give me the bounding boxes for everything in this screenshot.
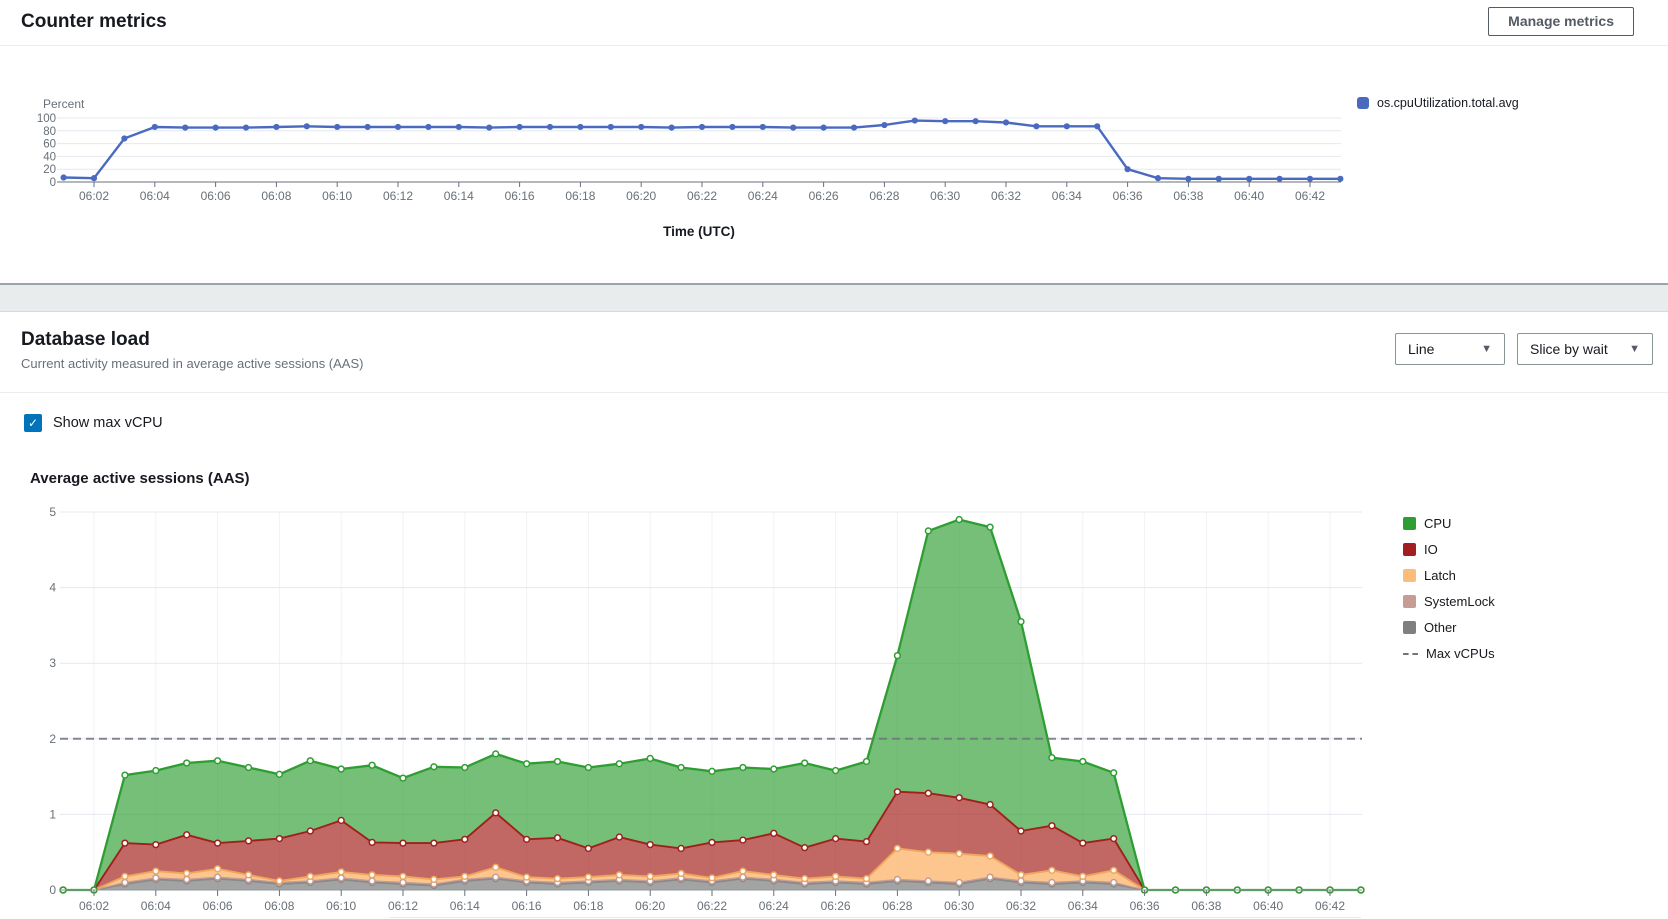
svg-text:100: 100 bbox=[37, 113, 56, 125]
slice-by-select[interactable]: Slice by wait ▼ bbox=[1517, 333, 1653, 365]
legend-label: CPU bbox=[1424, 516, 1451, 531]
svg-text:06:30: 06:30 bbox=[944, 899, 974, 913]
legend-label: Latch bbox=[1424, 568, 1456, 583]
performance-insights-page: 020406080100Percent06:0206:0406:0606:080… bbox=[0, 0, 1668, 919]
svg-text:06:32: 06:32 bbox=[991, 189, 1021, 203]
svg-text:06:24: 06:24 bbox=[748, 189, 778, 203]
svg-text:06:06: 06:06 bbox=[201, 189, 231, 203]
legend-swatch-icon bbox=[1403, 569, 1416, 582]
svg-text:06:20: 06:20 bbox=[626, 189, 656, 203]
svg-text:06:36: 06:36 bbox=[1113, 189, 1143, 203]
legend-swatch-icon bbox=[1403, 621, 1416, 634]
slice-by-value: Slice by wait bbox=[1530, 341, 1608, 357]
show-max-vcpu-checkbox[interactable]: ✓ bbox=[24, 414, 42, 432]
legend-label: IO bbox=[1424, 542, 1438, 557]
counter-chart-legend: os.cpuUtilization.total.avg bbox=[1357, 96, 1519, 121]
svg-text:06:14: 06:14 bbox=[450, 899, 480, 913]
svg-text:60: 60 bbox=[43, 139, 56, 151]
svg-text:06:22: 06:22 bbox=[687, 189, 717, 203]
svg-text:06:34: 06:34 bbox=[1068, 899, 1098, 913]
svg-text:06:26: 06:26 bbox=[821, 899, 851, 913]
svg-text:80: 80 bbox=[43, 126, 56, 138]
svg-text:06:16: 06:16 bbox=[512, 899, 542, 913]
svg-text:06:12: 06:12 bbox=[383, 189, 413, 203]
svg-text:06:28: 06:28 bbox=[869, 189, 899, 203]
svg-text:06:40: 06:40 bbox=[1253, 899, 1283, 913]
svg-text:40: 40 bbox=[43, 151, 56, 163]
svg-text:06:04: 06:04 bbox=[140, 189, 170, 203]
legend-item-os.cpuUtilization.total.avg: os.cpuUtilization.total.avg bbox=[1357, 96, 1519, 110]
counter-metrics-header: Counter metrics bbox=[0, 0, 1668, 46]
chart-type-select[interactable]: Line ▼ bbox=[1395, 333, 1505, 365]
svg-text:06:42: 06:42 bbox=[1295, 189, 1325, 203]
charts-canvas: 020406080100Percent06:0206:0406:0606:080… bbox=[0, 0, 1668, 919]
legend-item-io: IO bbox=[1403, 542, 1495, 557]
database-load-title: Database load bbox=[21, 329, 150, 351]
legend-label: Other bbox=[1424, 620, 1457, 635]
svg-text:20: 20 bbox=[43, 164, 56, 176]
show-max-vcpu-label: Show max vCPU bbox=[53, 415, 163, 431]
svg-text:06:10: 06:10 bbox=[326, 899, 356, 913]
legend-swatch-icon bbox=[1357, 97, 1369, 109]
load-chart-legend: CPU IO Latch SystemLock Other Max vCPUs bbox=[1403, 516, 1495, 672]
legend-label: SystemLock bbox=[1424, 594, 1495, 609]
legend-swatch-icon bbox=[1403, 595, 1416, 608]
svg-text:06:28: 06:28 bbox=[882, 899, 912, 913]
svg-text:06:18: 06:18 bbox=[573, 899, 603, 913]
manage-metrics-button[interactable]: Manage metrics bbox=[1488, 7, 1634, 36]
svg-text:0: 0 bbox=[49, 883, 56, 897]
svg-text:06:32: 06:32 bbox=[1006, 899, 1036, 913]
database-load-subtitle: Current activity measured in average act… bbox=[21, 356, 363, 371]
svg-text:06:06: 06:06 bbox=[203, 899, 233, 913]
legend-item-latch: Latch bbox=[1403, 568, 1495, 583]
section-separator bbox=[0, 283, 1668, 312]
legend-item-other: Other bbox=[1403, 620, 1495, 635]
svg-text:06:34: 06:34 bbox=[1052, 189, 1082, 203]
svg-text:06:36: 06:36 bbox=[1130, 899, 1160, 913]
svg-text:06:38: 06:38 bbox=[1191, 899, 1221, 913]
svg-text:5: 5 bbox=[49, 505, 56, 519]
legend-item-max-vcpus: Max vCPUs bbox=[1403, 646, 1495, 661]
svg-text:06:30: 06:30 bbox=[930, 189, 960, 203]
chart-type-value: Line bbox=[1408, 341, 1434, 357]
svg-text:06:10: 06:10 bbox=[322, 189, 352, 203]
legend-item-systemlock: SystemLock bbox=[1403, 594, 1495, 609]
svg-text:06:14: 06:14 bbox=[444, 189, 474, 203]
dashed-line-icon bbox=[1403, 653, 1418, 655]
svg-text:06:20: 06:20 bbox=[635, 899, 665, 913]
svg-text:06:24: 06:24 bbox=[759, 899, 789, 913]
legend-label: os.cpuUtilization.total.avg bbox=[1377, 96, 1519, 110]
legend-label: Max vCPUs bbox=[1426, 646, 1495, 661]
svg-text:06:02: 06:02 bbox=[79, 899, 109, 913]
svg-text:06:22: 06:22 bbox=[697, 899, 727, 913]
svg-text:06:08: 06:08 bbox=[261, 189, 291, 203]
svg-text:Time (UTC): Time (UTC) bbox=[663, 224, 735, 239]
legend-item-cpu: CPU bbox=[1403, 516, 1495, 531]
svg-text:3: 3 bbox=[49, 656, 56, 670]
chevron-down-icon: ▼ bbox=[1629, 343, 1640, 355]
svg-text:0: 0 bbox=[50, 177, 56, 189]
chevron-down-icon: ▼ bbox=[1481, 343, 1492, 355]
svg-text:1: 1 bbox=[49, 807, 56, 821]
svg-text:Percent: Percent bbox=[43, 97, 85, 111]
svg-text:06:18: 06:18 bbox=[565, 189, 595, 203]
svg-text:06:08: 06:08 bbox=[264, 899, 294, 913]
svg-text:06:42: 06:42 bbox=[1315, 899, 1345, 913]
svg-text:4: 4 bbox=[49, 581, 56, 595]
svg-text:06:40: 06:40 bbox=[1234, 189, 1264, 203]
page-title: Counter metrics bbox=[21, 11, 167, 33]
svg-text:06:26: 06:26 bbox=[809, 189, 839, 203]
svg-text:2: 2 bbox=[49, 732, 56, 746]
legend-swatch-icon bbox=[1403, 543, 1416, 556]
divider bbox=[0, 392, 1668, 393]
svg-text:06:16: 06:16 bbox=[505, 189, 535, 203]
svg-text:06:38: 06:38 bbox=[1173, 189, 1203, 203]
svg-text:06:04: 06:04 bbox=[141, 899, 171, 913]
svg-text:06:12: 06:12 bbox=[388, 899, 418, 913]
show-max-vcpu-row: ✓ Show max vCPU bbox=[24, 414, 163, 432]
aas-chart-title: Average active sessions (AAS) bbox=[30, 470, 250, 487]
svg-text:06:02: 06:02 bbox=[79, 189, 109, 203]
legend-swatch-icon bbox=[1403, 517, 1416, 530]
